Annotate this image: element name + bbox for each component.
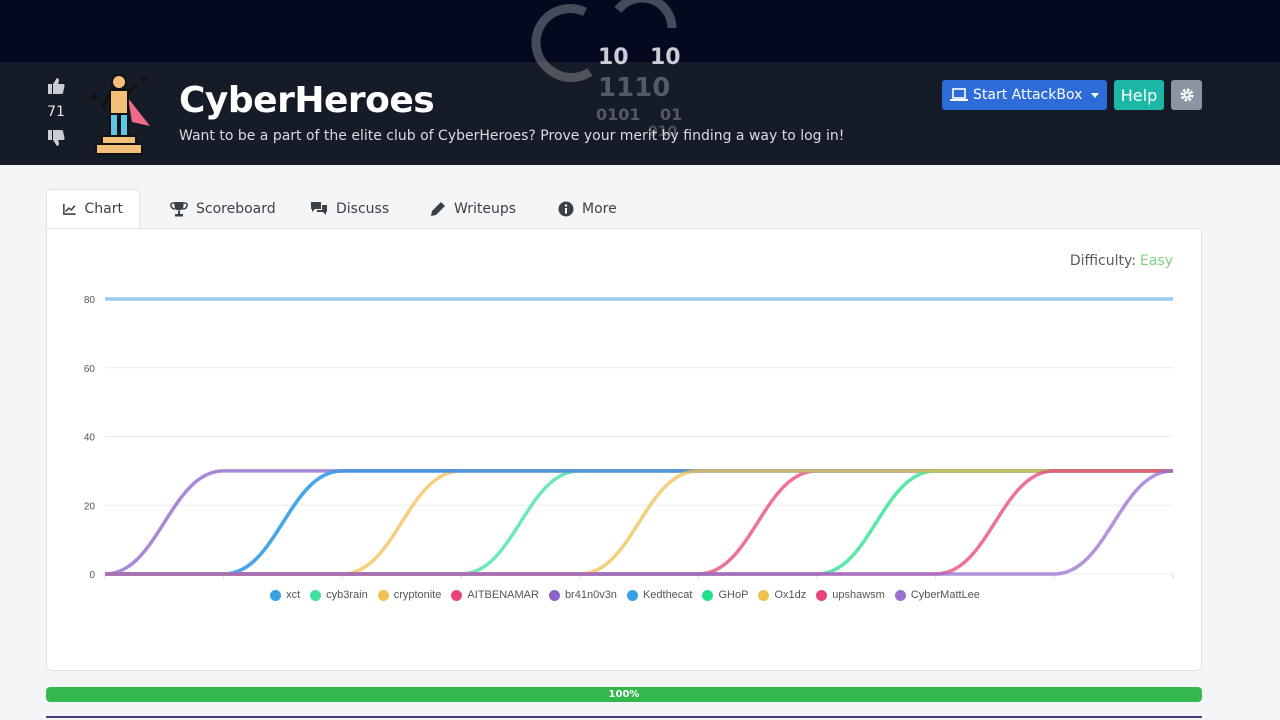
laptop-icon bbox=[950, 88, 968, 101]
thumbs-down-icon[interactable] bbox=[46, 128, 66, 148]
caret-down-icon[interactable] bbox=[1091, 92, 1099, 98]
superhero-icon bbox=[88, 74, 150, 155]
chart-legend: xct cyb3rain cryptonite AITBENAMAR br41n0v3n… bbox=[47, 589, 1203, 601]
tab-discuss[interactable]: Discuss bbox=[294, 189, 414, 228]
legend-label: cryptonite bbox=[393, 589, 442, 601]
chart-line-icon bbox=[63, 203, 76, 215]
legend-label: CyberMattLee bbox=[910, 589, 980, 601]
legend-label: xct bbox=[286, 589, 301, 601]
chart-panel: Difficulty: Easy 0 20 40 60 80 xct cyb3rain cry… bbox=[46, 228, 1202, 671]
legend-label: cyb3rain bbox=[326, 589, 368, 601]
thumbs-up-icon[interactable] bbox=[46, 76, 66, 96]
legend-swatch bbox=[377, 589, 389, 601]
tab-label: More bbox=[582, 200, 617, 217]
legend-item[interactable]: AITBENAMAR bbox=[451, 589, 539, 601]
legend-swatch bbox=[816, 589, 828, 601]
legend-item[interactable]: cryptonite bbox=[377, 589, 442, 601]
legend-item[interactable]: GHoP bbox=[702, 589, 748, 601]
progress-fill: 100% bbox=[46, 687, 1202, 702]
legend-item[interactable]: upshawsm bbox=[816, 589, 885, 601]
start-attackbox-button[interactable]: Start AttackBox bbox=[942, 80, 1107, 110]
pen-icon bbox=[431, 201, 445, 216]
legend-swatch bbox=[310, 589, 322, 601]
legend-swatch bbox=[548, 589, 560, 601]
tab-more[interactable]: More bbox=[542, 189, 642, 228]
legend-label: AITBENAMAR bbox=[467, 589, 539, 601]
legend-label: upshawsm bbox=[832, 589, 885, 601]
help-button[interactable]: Help bbox=[1114, 80, 1164, 110]
progress-label: 100% bbox=[608, 689, 640, 700]
tab-label: Discuss bbox=[336, 200, 390, 217]
info-circle-icon bbox=[558, 201, 574, 216]
legend-label: Kedthecat bbox=[642, 589, 693, 601]
y-tick-label: 0 bbox=[89, 570, 95, 581]
trophy-icon bbox=[170, 201, 188, 216]
series-line-Ox1dz bbox=[105, 469, 1173, 576]
legend-item[interactable]: CyberMattLee bbox=[894, 589, 980, 601]
tab-label: Scoreboard bbox=[196, 200, 276, 217]
room-description: Want to be a part of the elite club of C… bbox=[179, 128, 845, 144]
legend-swatch bbox=[702, 589, 714, 601]
y-tick-label: 80 bbox=[84, 295, 96, 306]
room-title: CyberHeroes bbox=[179, 80, 435, 121]
tab-label: Chart bbox=[84, 201, 123, 217]
start-attackbox-label: Start AttackBox bbox=[973, 87, 1083, 103]
section-divider bbox=[46, 716, 1202, 718]
legend-swatch bbox=[626, 589, 638, 601]
legend-item[interactable]: cyb3rain bbox=[310, 589, 368, 601]
tab-label: Writeups bbox=[454, 200, 517, 217]
tab-scoreboard[interactable]: Scoreboard bbox=[154, 189, 294, 228]
tab-chart[interactable]: Chart bbox=[46, 189, 140, 229]
comments-icon bbox=[311, 201, 327, 215]
legend-label: br41n0v3n bbox=[564, 589, 617, 601]
gear-icon bbox=[1180, 88, 1193, 102]
legend-item[interactable]: Ox1dz bbox=[758, 589, 806, 601]
legend-item[interactable]: Kedthecat bbox=[626, 589, 693, 601]
y-tick-label: 40 bbox=[84, 433, 96, 444]
y-tick-label: 60 bbox=[84, 364, 96, 375]
legend-item[interactable]: xct bbox=[270, 589, 300, 601]
legend-swatch bbox=[894, 589, 906, 601]
score-chart: 0 20 40 60 80 bbox=[84, 295, 1174, 581]
progress-bar: 100% bbox=[46, 687, 1202, 702]
top-navbar bbox=[0, 0, 1280, 62]
legend-label: Ox1dz bbox=[774, 589, 807, 601]
legend-swatch bbox=[758, 589, 770, 601]
vote-count: 71 bbox=[47, 104, 65, 120]
vote-widget: 71 bbox=[44, 76, 68, 148]
settings-button[interactable] bbox=[1171, 80, 1202, 110]
tab-writeups[interactable]: Writeups bbox=[414, 189, 542, 228]
legend-swatch bbox=[270, 589, 282, 601]
y-tick-label: 20 bbox=[84, 501, 96, 512]
legend-label: GHoP bbox=[718, 589, 749, 601]
legend-swatch bbox=[451, 589, 463, 601]
legend-item[interactable]: br41n0v3n bbox=[548, 589, 617, 601]
room-tabs: Chart Scoreboard Discuss Writeups More bbox=[46, 189, 642, 229]
